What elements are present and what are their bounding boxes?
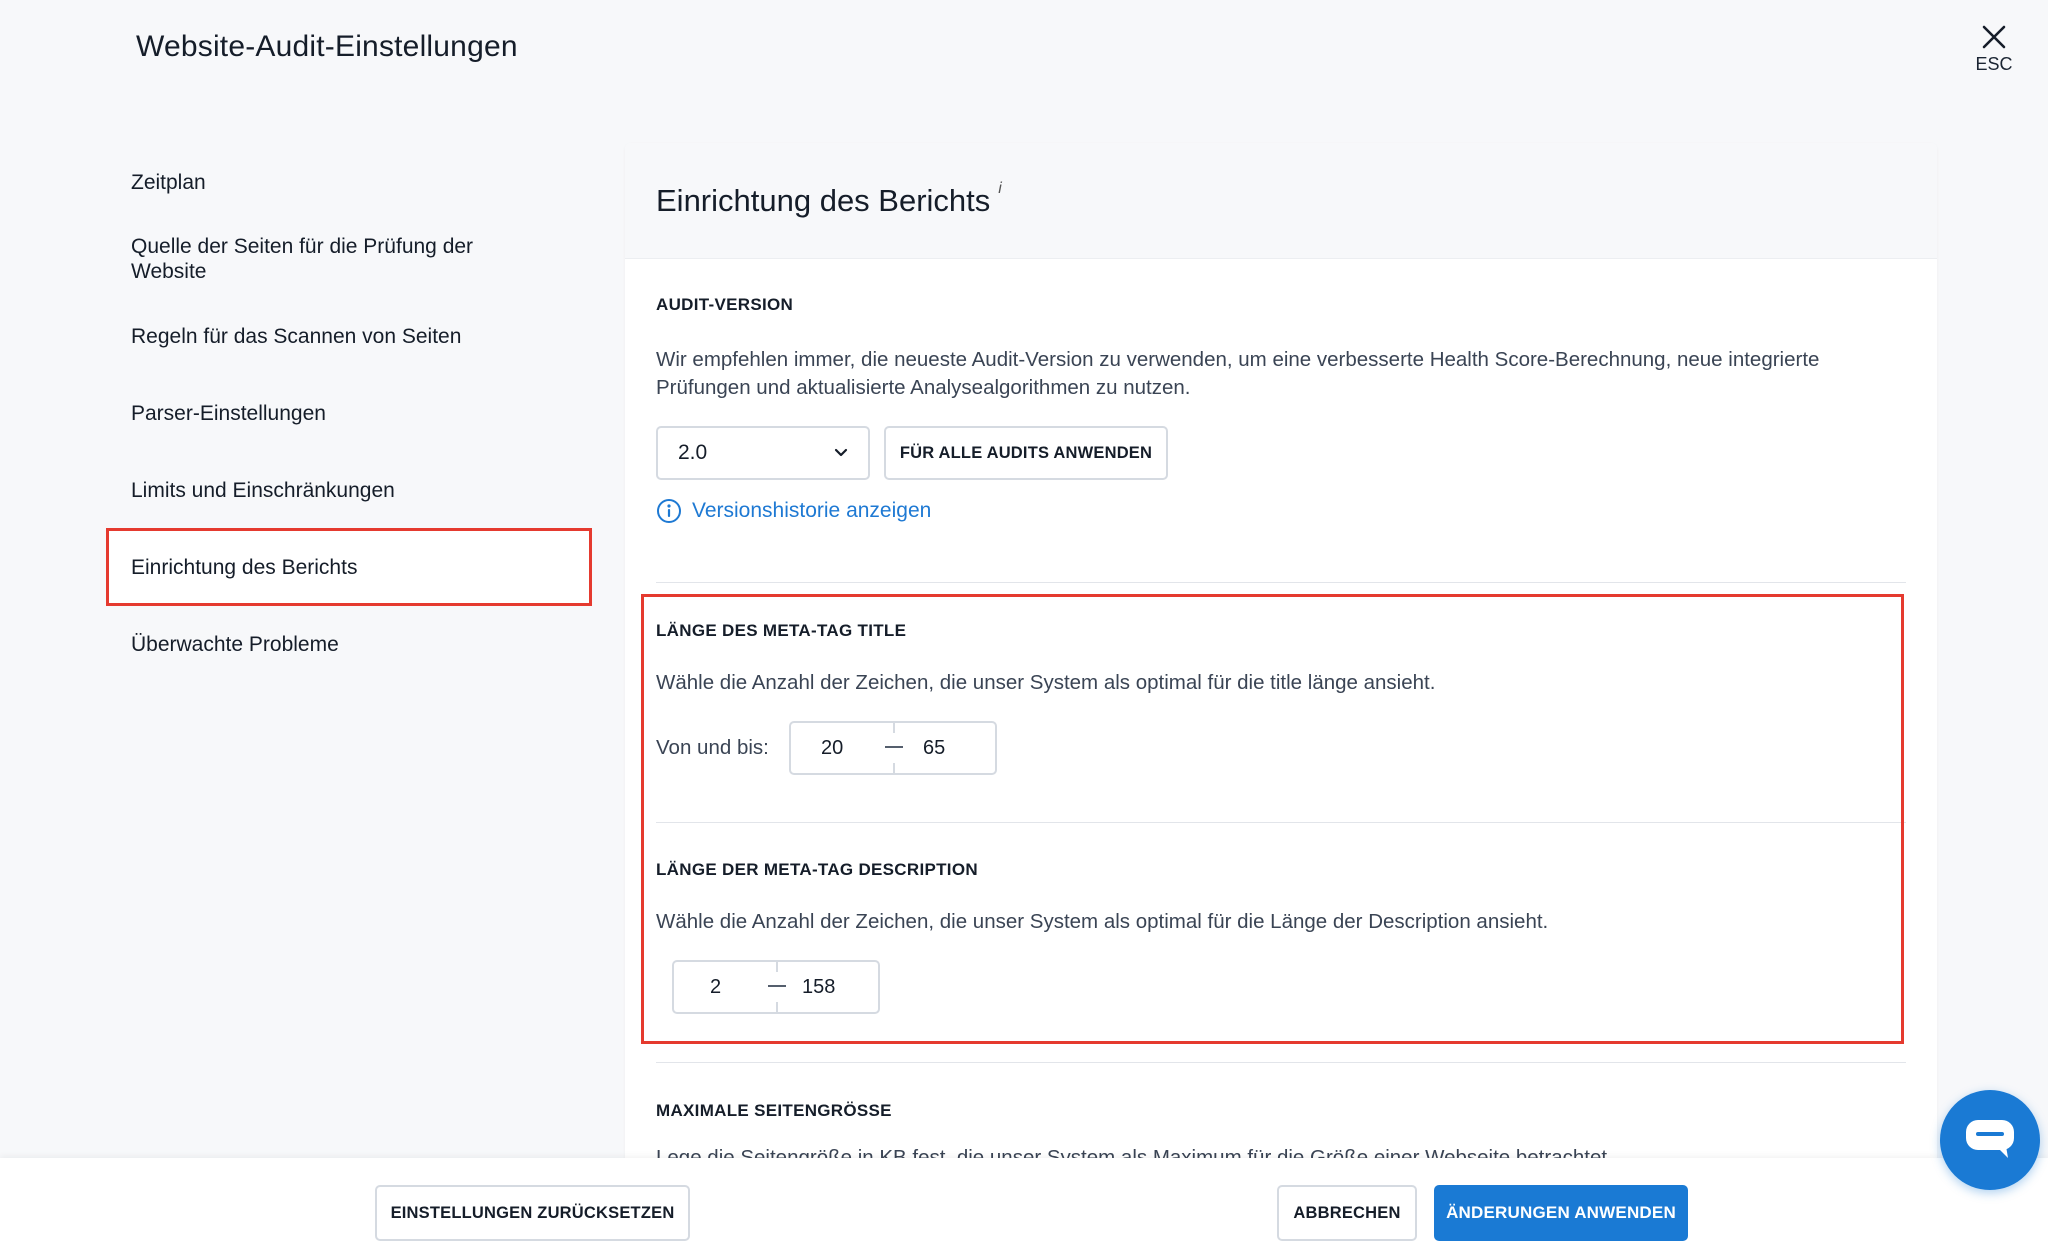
esc-label: ESC xyxy=(1975,54,2013,74)
version-history-link[interactable]: Versionshistorie anzeigen xyxy=(656,498,931,524)
meta-title-description: Wähle die Anzahl der Zeichen, die unser … xyxy=(656,671,1436,694)
range-separator xyxy=(776,962,778,1012)
audit-version-value: 2.0 xyxy=(678,441,708,464)
chat-button[interactable] xyxy=(1940,1090,2040,1190)
meta-description-range[interactable]: 2 158 xyxy=(672,960,880,1014)
apply-changes-button[interactable]: ÄNDERUNGEN ANWENDEN xyxy=(1434,1185,1688,1241)
audit-version-section: AUDIT-VERSION xyxy=(656,295,1906,315)
max-page-size-section: MAXIMALE SEITENGRÖSSE xyxy=(656,1101,1906,1121)
sidebar-item-scan-rules[interactable]: Regeln für das Scannen von Seiten xyxy=(106,324,594,349)
apply-to-all-audits-button[interactable]: FÜR ALLE AUDITS ANWENDEN xyxy=(884,426,1168,480)
close-button[interactable]: ESC xyxy=(1964,24,2024,75)
meta-title-from-input[interactable]: 20 xyxy=(821,737,843,760)
sidebar-item-report-setup[interactable]: Einrichtung des Berichts xyxy=(106,528,592,606)
meta-description-text: Wähle die Anzahl der Zeichen, die unser … xyxy=(656,910,1549,933)
meta-description-section: LÄNGE DER META-TAG DESCRIPTION xyxy=(656,860,1906,880)
meta-title-section: LÄNGE DES META-TAG TITLE xyxy=(656,621,1906,641)
sidebar-item-label: Limits und Einschränkungen xyxy=(131,479,395,502)
page-title: Website-Audit-Einstellungen xyxy=(136,30,518,63)
footer-bar: EINSTELLUNGEN ZURÜCKSETZEN ABBRECHEN ÄND… xyxy=(0,1158,2048,1252)
sidebar-item-parser-settings[interactable]: Parser-Einstellungen xyxy=(106,401,594,426)
meta-title-range[interactable]: 20 65 xyxy=(789,721,997,775)
info-tooltip-icon[interactable]: i xyxy=(998,180,1002,198)
audit-version-label: AUDIT-VERSION xyxy=(656,295,794,314)
meta-description-from-input[interactable]: 2 xyxy=(710,976,721,999)
sidebar-item-label: Regeln für das Scannen von Seiten xyxy=(131,325,462,348)
meta-description-label: LÄNGE DER META-TAG DESCRIPTION xyxy=(656,860,978,879)
audit-version-select[interactable]: 2.0 xyxy=(656,426,870,480)
sidebar-item-page-source[interactable]: Quelle der Seiten für die Prüfung der We… xyxy=(106,234,526,284)
section-divider xyxy=(656,822,1906,823)
info-circle-icon xyxy=(657,499,681,523)
cancel-button[interactable]: ABBRECHEN xyxy=(1277,1185,1417,1241)
close-icon xyxy=(1982,25,2006,49)
panel-header: Einrichtung des Berichts i xyxy=(625,143,1937,259)
sidebar-item-label: Einrichtung des Berichts xyxy=(131,555,358,579)
sidebar-item-label: Parser-Einstellungen xyxy=(131,402,326,425)
sidebar-item-limits[interactable]: Limits und Einschränkungen xyxy=(106,478,594,503)
panel-title: Einrichtung des Berichts xyxy=(656,182,991,218)
section-divider xyxy=(656,1062,1906,1063)
range-dash xyxy=(885,746,903,748)
meta-title-to-input[interactable]: 65 xyxy=(923,737,945,760)
reset-settings-button[interactable]: EINSTELLUNGEN ZURÜCKSETZEN xyxy=(375,1185,690,1241)
chevron-down-icon xyxy=(834,448,848,457)
range-dash xyxy=(768,985,786,987)
sidebar-item-monitored-issues[interactable]: Überwachte Probleme xyxy=(106,632,594,657)
section-divider xyxy=(656,582,1906,583)
audit-version-description: Wir empfehlen immer, die neueste Audit-V… xyxy=(656,348,1820,399)
range-separator xyxy=(893,723,895,773)
meta-title-label: LÄNGE DES META-TAG TITLE xyxy=(656,621,907,640)
sidebar-item-label: Zeitplan xyxy=(131,171,206,194)
sidebar-item-label: Quelle der Seiten für die Prüfung der We… xyxy=(131,235,474,283)
sidebar-item-schedule[interactable]: Zeitplan xyxy=(106,170,594,195)
meta-description-to-input[interactable]: 158 xyxy=(802,976,835,999)
chat-bubble-icon xyxy=(1966,1120,2014,1158)
sidebar-item-label: Überwachte Probleme xyxy=(131,633,339,656)
max-page-size-label: MAXIMALE SEITENGRÖSSE xyxy=(656,1101,892,1120)
version-history-label: Versionshistorie anzeigen xyxy=(692,499,932,522)
report-settings-panel: Einrichtung des Berichts i AUDIT-VERSION… xyxy=(625,143,1937,1163)
